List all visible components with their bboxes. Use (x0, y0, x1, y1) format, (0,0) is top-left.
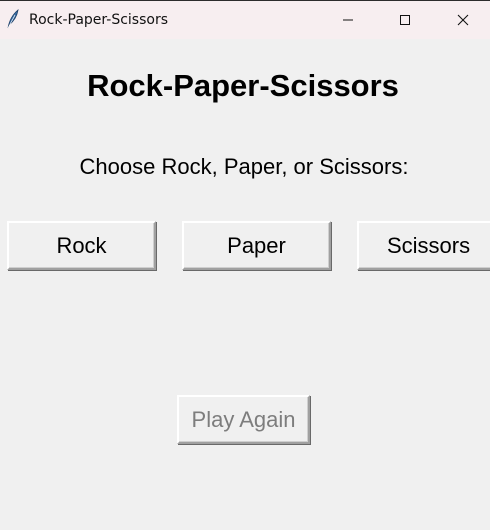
scissors-button[interactable]: Scissors (357, 221, 490, 270)
choice-prompt: Choose Rock, Paper, or Scissors: (79, 154, 409, 179)
close-icon (457, 14, 469, 26)
minimize-icon (342, 14, 354, 26)
game-heading: Rock-Paper-Scissors (87, 68, 399, 103)
paper-button[interactable]: Paper (182, 221, 331, 270)
maximize-button[interactable] (382, 1, 428, 39)
maximize-icon (399, 14, 411, 26)
rock-button[interactable]: Rock (7, 221, 156, 270)
play-again-button[interactable]: Play Again (177, 395, 310, 444)
close-button[interactable] (440, 1, 486, 39)
minimize-button[interactable] (325, 1, 371, 39)
title-bar[interactable]: Rock-Paper-Scissors (0, 0, 490, 39)
feather-icon (5, 9, 21, 29)
window-title: Rock-Paper-Scissors (29, 12, 169, 28)
